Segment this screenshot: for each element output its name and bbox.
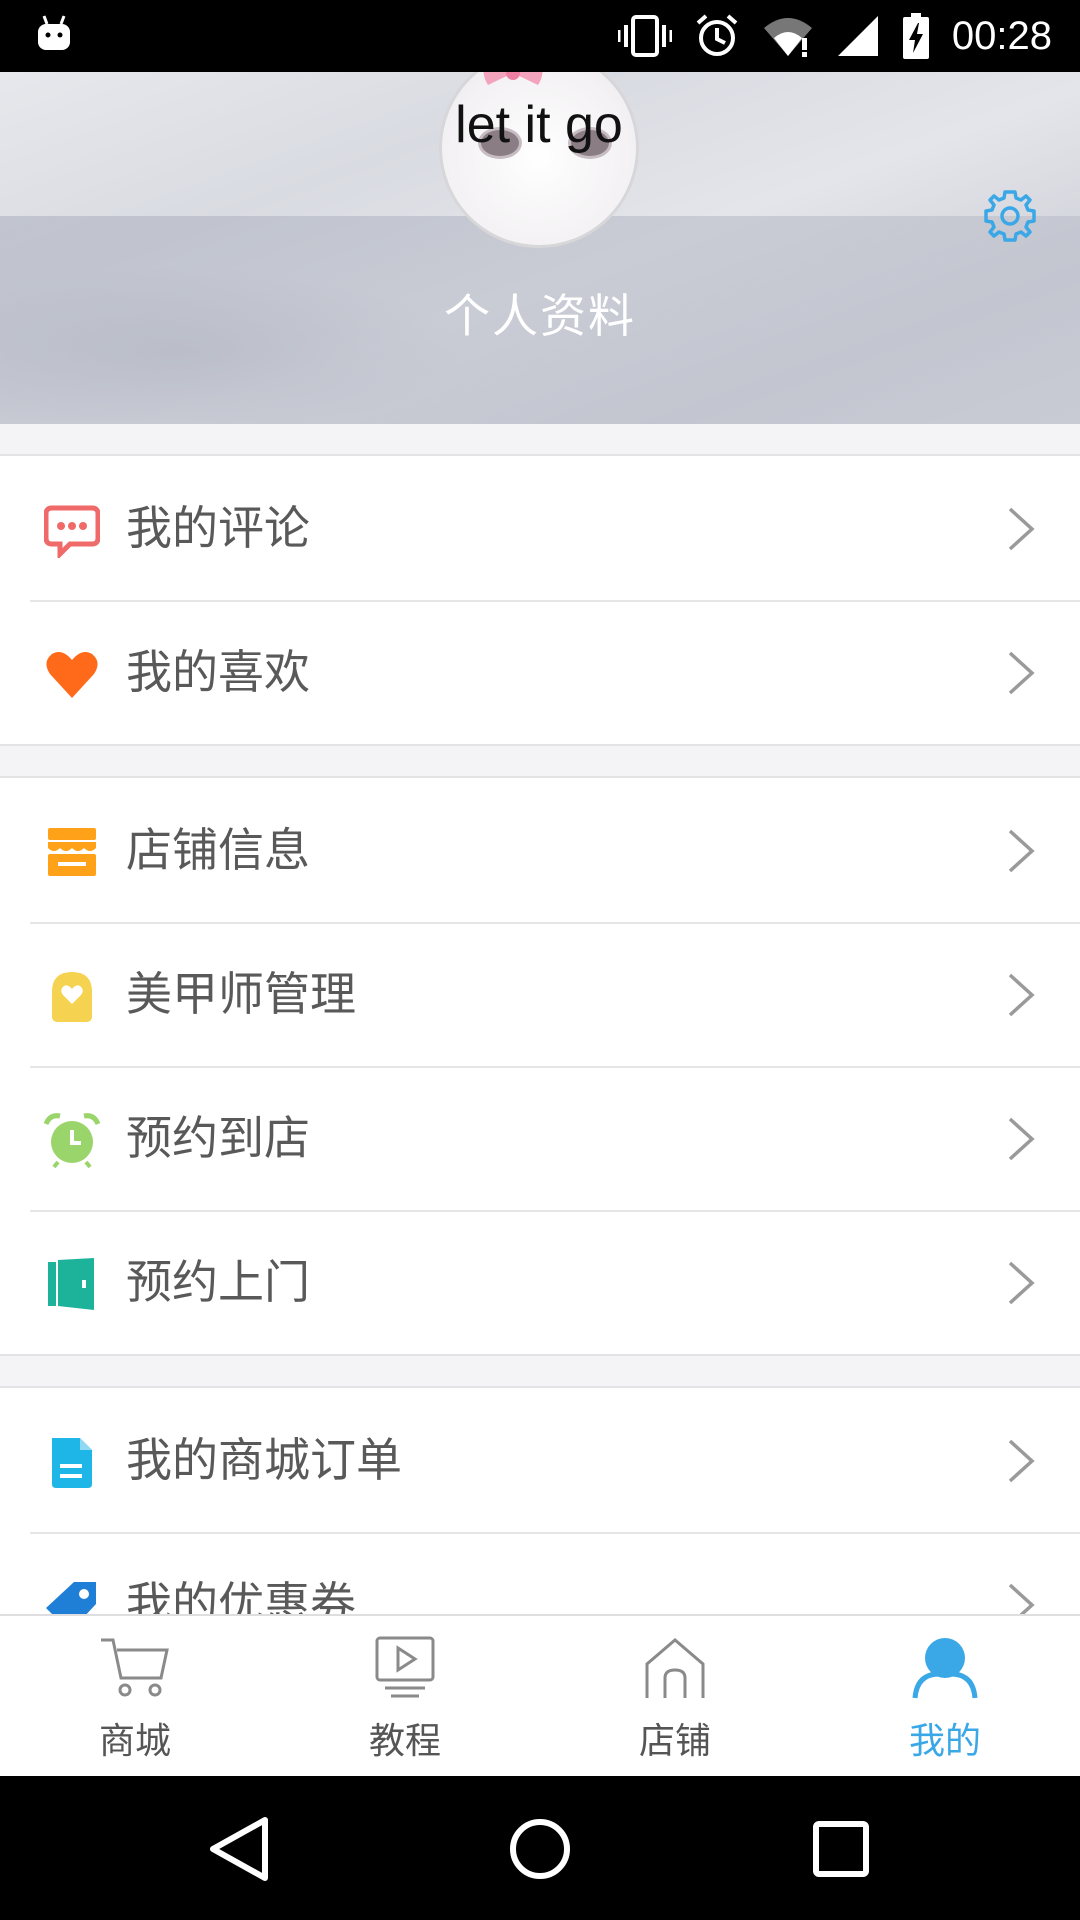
menu-item-label: 预约上门: [126, 1255, 310, 1309]
manicurist-icon: [52, 972, 92, 1022]
store-icon: [48, 828, 96, 876]
chevron-right-icon: [1008, 1117, 1035, 1161]
cart-icon: [101, 1638, 169, 1697]
door-icon: [48, 1258, 94, 1310]
chevron-right-icon: [1008, 1439, 1035, 1483]
android-debug-icon: [38, 15, 70, 50]
menu-group-2: 店铺信息 美甲师管理 预约到店 预约上门: [0, 776, 1080, 1356]
menu-group-1: 我的评论 我的喜欢: [0, 454, 1080, 746]
person-icon: [912, 1638, 978, 1699]
group-gap: [0, 1356, 1080, 1386]
chevron-right-icon: [1008, 651, 1035, 695]
menu-item-mall-orders[interactable]: 我的商城订单: [0, 1388, 1080, 1532]
home-icon: [645, 1638, 705, 1698]
tab-store[interactable]: 店铺: [540, 1616, 810, 1776]
tab-label: 教程: [368, 1721, 441, 1762]
alarm-clock-icon: [44, 1113, 100, 1168]
vibrate-icon: [617, 15, 672, 57]
menu-item-my-likes[interactable]: 我的喜欢: [0, 600, 1080, 744]
menu-item-manicurist-management[interactable]: 美甲师管理: [0, 922, 1080, 1066]
back-icon[interactable]: [205, 1814, 275, 1884]
video-play-icon: [375, 1636, 435, 1698]
tab-tutorial[interactable]: 教程: [270, 1616, 540, 1776]
menu-item-my-comments[interactable]: 我的评论: [0, 456, 1080, 600]
tab-label: 我的: [908, 1721, 981, 1762]
home-circle-icon[interactable]: [505, 1814, 575, 1884]
comment-icon: [44, 505, 100, 558]
recents-icon[interactable]: [806, 1814, 876, 1884]
menu-item-label: 我的评论: [126, 501, 310, 555]
coupon-tag-icon: [46, 1582, 96, 1614]
heart-icon: [46, 652, 98, 698]
tab-mall[interactable]: 商城: [0, 1616, 270, 1776]
menu-item-label: 预约到店: [126, 1111, 310, 1165]
menu-item-label: 我的优惠券: [126, 1577, 356, 1614]
chevron-right-icon: [1008, 1261, 1035, 1305]
bottom-tab-bar: 商城 教程 店铺 我的: [0, 1614, 1080, 1776]
menu-item-label: 美甲师管理: [126, 967, 356, 1021]
app-screen: 00:28 let it go 个人资料 我的评论 我的喜欢 店铺信息 美甲师管…: [0, 0, 1080, 1920]
wifi-icon: [763, 18, 812, 57]
menu-item-label: 店铺信息: [126, 823, 310, 877]
tab-label: 商城: [98, 1721, 171, 1762]
chevron-right-icon: [1008, 507, 1035, 551]
status-clock: 00:28: [951, 13, 1052, 58]
menu-item-home-service[interactable]: 预约上门: [0, 1210, 1080, 1354]
chevron-right-icon: [1008, 829, 1035, 873]
chevron-right-icon: [1008, 973, 1035, 1017]
battery-charging-icon: [902, 13, 929, 59]
menu-item-label: 我的喜欢: [126, 645, 310, 699]
group-gap: [0, 424, 1080, 454]
menu-item-store-info[interactable]: 店铺信息: [0, 778, 1080, 922]
tab-label: 店铺: [638, 1721, 711, 1762]
cell-signal-icon: [837, 16, 878, 56]
gear-icon[interactable]: [982, 188, 1038, 244]
tab-mine[interactable]: 我的: [810, 1616, 1080, 1776]
bow-decoration: [483, 72, 543, 85]
menu-list: 我的评论 我的喜欢 店铺信息 美甲师管理 预约到店 预约上门 我的商城订单 我的…: [0, 424, 1080, 1614]
menu-group-3: 我的商城订单 我的优惠券: [0, 1386, 1080, 1614]
order-document-icon: [52, 1438, 92, 1488]
username: let it go: [455, 96, 623, 154]
menu-item-my-coupons[interactable]: 我的优惠券: [0, 1532, 1080, 1614]
alarm-icon: [696, 14, 738, 56]
menu-item-label: 我的商城订单: [126, 1433, 402, 1487]
system-nav-bar: [0, 1776, 1080, 1920]
profile-link[interactable]: 个人资料: [0, 280, 1080, 346]
status-bar: 00:28: [0, 0, 1080, 72]
group-gap: [0, 746, 1080, 776]
chevron-right-icon: [1008, 1583, 1035, 1614]
profile-header: let it go 个人资料: [0, 72, 1080, 424]
menu-item-book-in-store[interactable]: 预约到店: [0, 1066, 1080, 1210]
